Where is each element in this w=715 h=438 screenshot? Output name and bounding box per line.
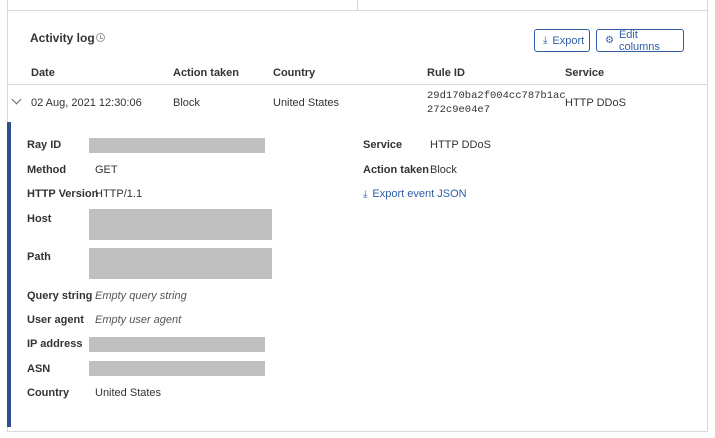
table-row[interactable]: 02 Aug, 2021 12:30:06 Block United State… bbox=[7, 86, 708, 121]
accent-bar bbox=[7, 122, 11, 427]
ray-id-redacted bbox=[89, 138, 265, 153]
row-action: Block bbox=[173, 97, 200, 109]
detail-label-host: Host bbox=[27, 213, 52, 225]
detail-label-query-string: Query string bbox=[27, 290, 93, 302]
detail-label-service: Service bbox=[363, 139, 403, 151]
download-icon: ⤓ bbox=[543, 34, 548, 46]
page-title: Activity log bbox=[30, 31, 95, 45]
detail-label-ip-address: IP address bbox=[27, 338, 83, 350]
detail-label-action-taken: Action taken bbox=[363, 164, 430, 176]
path-redacted bbox=[89, 248, 272, 279]
detail-label-ray-id: Ray ID bbox=[27, 139, 62, 151]
column-header-rule-id[interactable]: Rule ID bbox=[427, 67, 465, 79]
detail-label-http-version: HTTP Version bbox=[27, 188, 99, 200]
export-button-label: Export bbox=[552, 34, 585, 47]
row-rule-id-line2: 272c9e04e7 bbox=[427, 104, 491, 116]
download-icon: ⤓ bbox=[363, 188, 368, 200]
edit-columns-button[interactable]: ⚙ Edit columns bbox=[596, 28, 684, 53]
edit-columns-label: Edit columns bbox=[618, 28, 660, 53]
detail-value-action-taken: Block bbox=[430, 164, 457, 176]
detail-label-user-agent: User agent bbox=[27, 314, 84, 326]
detail-label-country: Country bbox=[27, 387, 70, 399]
detail-value-user-agent: Empty user agent bbox=[95, 314, 182, 326]
chevron-down-icon[interactable] bbox=[11, 94, 22, 105]
event-details-panel: Ray ID Method GET HTTP Version HTTP/1.1 … bbox=[7, 122, 708, 427]
host-redacted bbox=[89, 209, 272, 240]
column-header-date[interactable]: Date bbox=[31, 67, 55, 79]
table-header: Date Action taken Country Rule ID Servic… bbox=[7, 63, 708, 85]
detail-value-http-version: HTTP/1.1 bbox=[95, 188, 143, 200]
gear-icon: ⚙ bbox=[605, 34, 614, 46]
column-header-service[interactable]: Service bbox=[565, 67, 604, 79]
row-country: United States bbox=[273, 97, 340, 109]
export-event-json-link[interactable]: ⤓ Export event JSON bbox=[363, 188, 467, 200]
detail-label-method: Method bbox=[27, 164, 67, 176]
detail-label-path: Path bbox=[27, 251, 51, 263]
clock-icon[interactable] bbox=[96, 33, 105, 42]
column-header-action[interactable]: Action taken bbox=[173, 67, 239, 79]
top-column-divider bbox=[357, 0, 358, 10]
ip-address-redacted bbox=[89, 337, 265, 352]
detail-value-query-string: Empty query string bbox=[95, 290, 187, 302]
top-divider-line bbox=[7, 10, 708, 11]
export-event-json-label: Export event JSON bbox=[372, 188, 467, 200]
export-button[interactable]: ⤓ Export bbox=[534, 29, 590, 52]
row-service: HTTP DDoS bbox=[565, 97, 626, 109]
column-header-country[interactable]: Country bbox=[273, 67, 315, 79]
asn-redacted bbox=[89, 361, 265, 376]
detail-value-service: HTTP DDoS bbox=[430, 139, 491, 151]
row-date: 02 Aug, 2021 12:30:06 bbox=[31, 97, 142, 109]
detail-label-asn: ASN bbox=[27, 363, 51, 375]
row-rule-id-line1: 29d170ba2f004cc787b1ac bbox=[427, 90, 566, 102]
detail-value-method: GET bbox=[95, 164, 118, 176]
detail-value-country: United States bbox=[95, 387, 162, 399]
